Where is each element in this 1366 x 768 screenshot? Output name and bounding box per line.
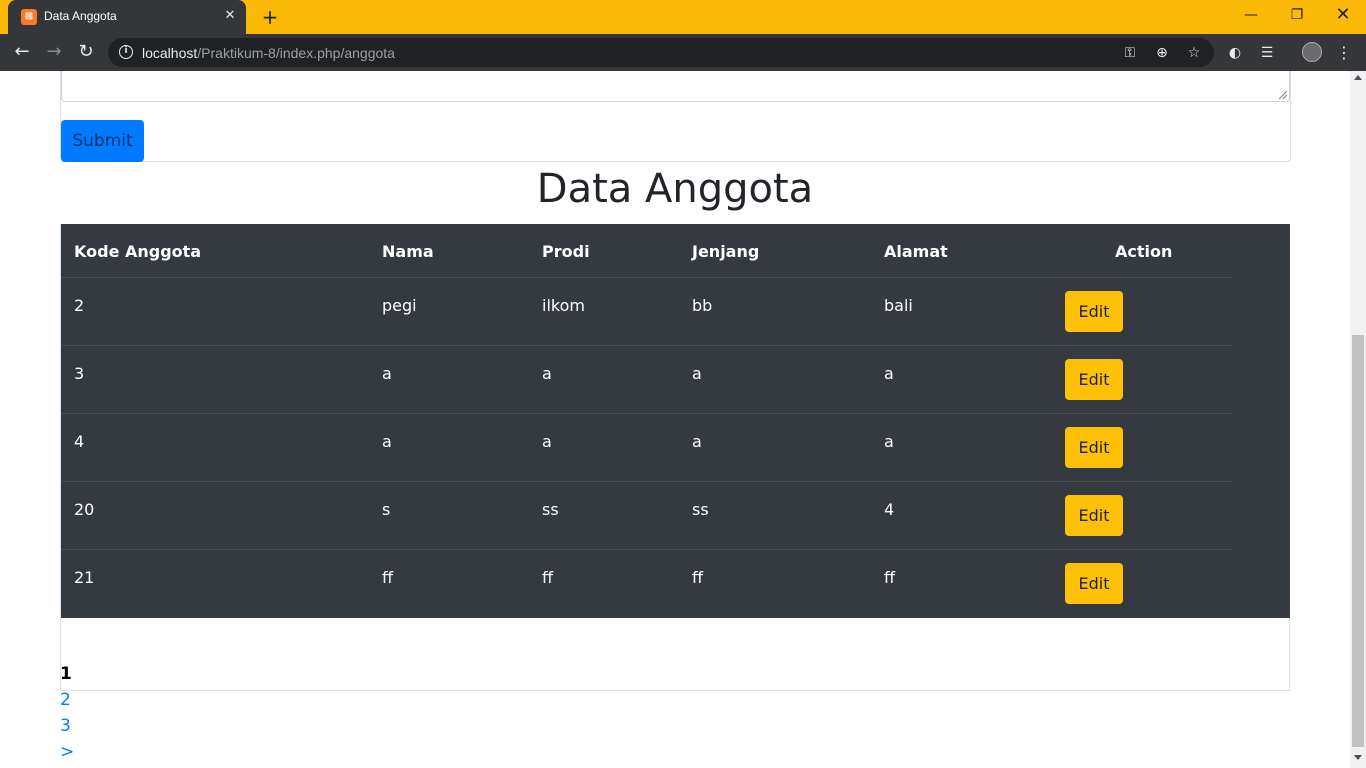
submit-button[interactable]: Submit: [61, 120, 144, 162]
bookmark-star-icon[interactable]: ☆: [1184, 43, 1204, 63]
table-container: Kode Anggota Nama Prodi Jenjang Alamat A…: [60, 224, 1290, 691]
window-minimize-button[interactable]: —: [1228, 0, 1274, 30]
site-info-icon[interactable]: i: [119, 45, 133, 59]
cell-nama: a: [382, 432, 392, 451]
form-card: Submit: [60, 71, 1291, 162]
pagination-link-3[interactable]: 3: [60, 713, 74, 739]
new-tab-button[interactable]: +: [258, 6, 282, 28]
cell-kode: 21: [74, 568, 95, 587]
header-prodi: Prodi: [542, 242, 590, 261]
edit-button[interactable]: Edit: [1065, 291, 1123, 332]
pagination-link-2[interactable]: 2: [60, 687, 74, 713]
cell-prodi: a: [542, 432, 552, 451]
scroll-down-arrow-icon[interactable]: [1354, 755, 1362, 760]
cell-nama: a: [382, 364, 392, 383]
table-row: 20 s ss ss 4 Edit: [61, 482, 1231, 550]
browser-toolbar: ← → ↻ i localhost/Praktikum-8/index.php/…: [0, 34, 1366, 71]
forward-arrow-icon[interactable]: →: [41, 39, 67, 65]
cell-kode: 2: [74, 296, 85, 315]
cell-kode: 4: [74, 432, 85, 451]
page-title: Data Anggota: [536, 166, 814, 212]
browser-tab-bar: ⊠ Data Anggota ✕ + — ❐ ✕: [0, 0, 1366, 34]
cell-alamat: ff: [884, 568, 896, 587]
anggota-table: Kode Anggota Nama Prodi Jenjang Alamat A…: [61, 224, 1290, 618]
cell-kode: 3: [74, 364, 85, 383]
cell-alamat: a: [884, 364, 894, 383]
table-header-row: Kode Anggota Nama Prodi Jenjang Alamat A…: [61, 224, 1231, 278]
cell-jenjang: a: [692, 432, 702, 451]
cell-prodi: ilkom: [542, 296, 585, 315]
table-row: 2 pegi ilkom bb bali Edit: [61, 278, 1231, 346]
tab-title: Data Anggota: [44, 9, 117, 23]
pagination: 1 2 3 >: [60, 661, 74, 765]
page-scrollbar[interactable]: [1350, 71, 1366, 768]
page-viewport: Submit Data Anggota Kode Anggota Nama Pr…: [0, 71, 1350, 768]
cell-prodi: ss: [542, 500, 559, 519]
cell-alamat: 4: [884, 500, 895, 519]
reload-icon[interactable]: ↻: [73, 39, 99, 65]
pagination-next[interactable]: >: [60, 739, 74, 765]
table-row: 4 a a a a Edit: [61, 414, 1231, 482]
address-bar[interactable]: i localhost/Praktikum-8/index.php/anggot…: [108, 38, 1214, 67]
header-action: Action: [1115, 242, 1173, 261]
window-restore-button[interactable]: ❐: [1274, 0, 1320, 30]
textarea-field[interactable]: [61, 71, 1290, 102]
cell-jenjang: ff: [692, 568, 704, 587]
zoom-icon[interactable]: ⊕: [1152, 43, 1172, 63]
edit-button[interactable]: Edit: [1065, 563, 1123, 604]
window-close-button[interactable]: ✕: [1320, 0, 1366, 30]
xampp-favicon-icon: ⊠: [21, 9, 37, 25]
profile-avatar[interactable]: [1302, 42, 1322, 62]
resize-grip-icon[interactable]: [1279, 91, 1287, 99]
key-icon[interactable]: ⚿: [1120, 43, 1140, 63]
cell-nama: pegi: [382, 296, 417, 315]
url-text[interactable]: localhost/Praktikum-8/index.php/anggota: [142, 45, 395, 61]
edit-button[interactable]: Edit: [1065, 359, 1123, 400]
pagination-current: 1: [60, 664, 72, 684]
cell-kode: 20: [74, 500, 95, 519]
scrollbar-thumb[interactable]: [1352, 335, 1364, 747]
cell-jenjang: a: [692, 364, 702, 383]
header-alamat: Alamat: [884, 242, 948, 261]
tab-close-icon[interactable]: ✕: [222, 8, 238, 24]
table-row: 3 a a a a Edit: [61, 346, 1231, 414]
table-row: 21 ff ff ff ff Edit: [61, 550, 1231, 618]
cell-jenjang: bb: [692, 296, 713, 315]
header-jenjang: Jenjang: [692, 242, 760, 261]
back-arrow-icon[interactable]: ←: [9, 39, 35, 65]
url-host: localhost: [142, 45, 198, 61]
edit-button[interactable]: Edit: [1065, 427, 1123, 468]
edit-button[interactable]: Edit: [1065, 495, 1123, 536]
reading-list-icon[interactable]: ☰: [1256, 42, 1278, 64]
extension-icon[interactable]: ◐: [1224, 42, 1246, 64]
cell-jenjang: ss: [692, 500, 709, 519]
scroll-up-arrow-icon[interactable]: [1354, 75, 1362, 80]
cell-prodi: ff: [542, 568, 554, 587]
header-kode-anggota: Kode Anggota: [74, 242, 202, 261]
header-nama: Nama: [382, 242, 434, 261]
cell-nama: ff: [382, 568, 394, 587]
cell-nama: s: [382, 500, 391, 519]
browser-tab[interactable]: ⊠ Data Anggota ✕: [8, 0, 246, 34]
url-path: /Praktikum-8/index.php/anggota: [197, 45, 395, 61]
browser-menu-icon[interactable]: ⋮: [1334, 42, 1354, 64]
cell-prodi: a: [542, 364, 552, 383]
cell-alamat: bali: [884, 296, 913, 315]
cell-alamat: a: [884, 432, 894, 451]
